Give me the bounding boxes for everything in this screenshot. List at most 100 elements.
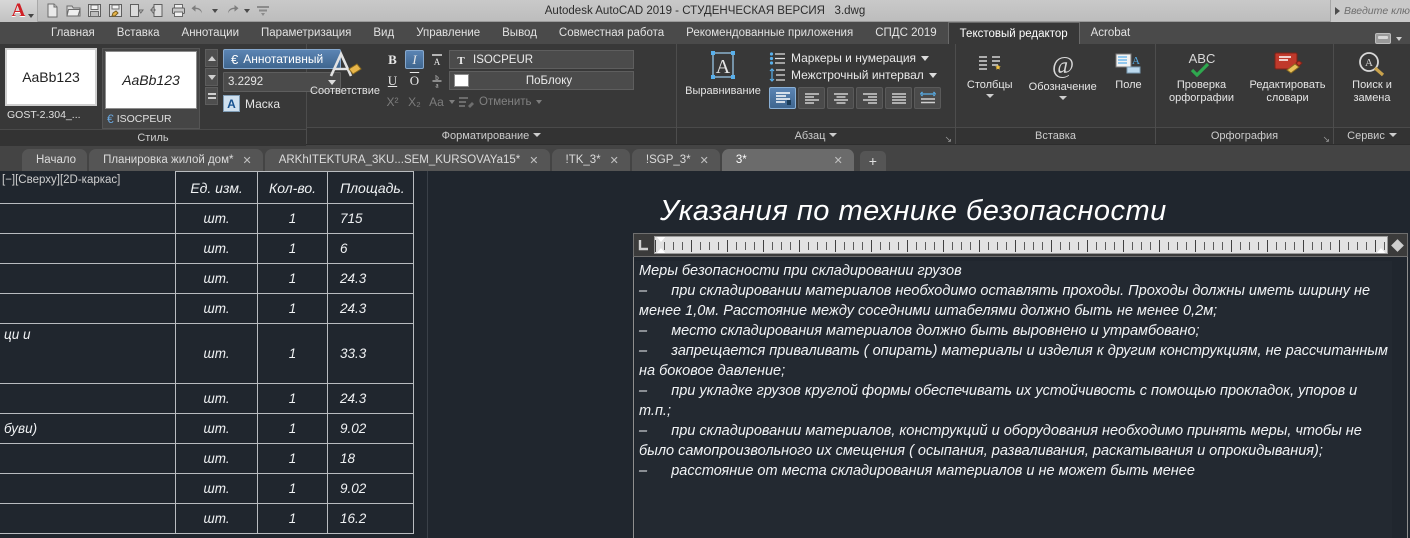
style-gallery-expand-button[interactable] bbox=[205, 87, 218, 105]
edit-dictionaries-button[interactable]: Редактировать словари bbox=[1247, 48, 1328, 104]
style-scroll-down-button[interactable] bbox=[205, 68, 218, 86]
bold-button[interactable]: B bbox=[383, 50, 402, 69]
chevron-down-icon[interactable] bbox=[921, 55, 930, 61]
spelling-dialog-launcher-icon[interactable]: ↘ bbox=[1322, 131, 1330, 148]
columns-chevron-icon[interactable] bbox=[985, 93, 994, 98]
change-case-button[interactable]: Aa bbox=[427, 92, 446, 111]
left-indent-marker[interactable] bbox=[656, 248, 666, 253]
ribbon-tab-home[interactable]: Главная bbox=[40, 22, 106, 44]
justify-button[interactable]: A Выравнивание bbox=[682, 48, 764, 98]
undo-dropdown-icon[interactable] bbox=[212, 8, 218, 13]
drawing-area[interactable]: [−][Сверху][2D-каркас] Ед. изм. Кол-во. … bbox=[0, 171, 1410, 538]
ribbon-tab-collaborate[interactable]: Совместная работа bbox=[548, 22, 675, 44]
new-drawing-tab-button[interactable]: + bbox=[859, 151, 886, 171]
chevron-down-icon[interactable] bbox=[533, 133, 542, 137]
mtext-body-text[interactable]: Меры безопасности при складировании груз… bbox=[635, 261, 1392, 538]
search-input-placeholder[interactable]: Введите клю bbox=[1344, 5, 1410, 17]
export-icon[interactable] bbox=[148, 2, 166, 20]
align-justify-icon[interactable] bbox=[885, 87, 912, 109]
ribbon-tab-featured-apps[interactable]: Рекомендованные приложения bbox=[675, 22, 864, 44]
italic-button[interactable]: I bbox=[405, 50, 424, 69]
style-item-gost[interactable]: AaBb123 GOST-2.304_... bbox=[5, 48, 97, 121]
overline-top-button[interactable]: A bbox=[427, 50, 446, 69]
stack-button[interactable]: ba bbox=[427, 71, 446, 90]
mtext-editor[interactable]: Указания по технике безопасности Меры бе… bbox=[615, 171, 1410, 538]
redo-icon[interactable] bbox=[222, 2, 240, 20]
close-icon[interactable]: ✕ bbox=[529, 154, 538, 167]
open-icon[interactable] bbox=[64, 2, 82, 20]
first-line-indent-marker[interactable] bbox=[656, 237, 666, 242]
ruler-resize-handle[interactable] bbox=[1391, 238, 1404, 252]
align-left-icon[interactable] bbox=[798, 87, 825, 109]
style-preview-gost[interactable]: AaBb123 bbox=[5, 48, 97, 106]
save-as-icon[interactable] bbox=[106, 2, 124, 20]
style-item-isocpeur[interactable]: AaBb123 € ISOCPEUR bbox=[102, 48, 200, 129]
overline-button[interactable]: O bbox=[405, 71, 424, 90]
right-indent-marker[interactable] bbox=[1376, 248, 1386, 253]
tab-stop-icon[interactable] bbox=[634, 234, 654, 256]
paragraph-dialog-launcher-icon[interactable]: ↘ bbox=[944, 131, 952, 148]
subscript-button[interactable]: X₂ bbox=[405, 92, 424, 111]
ribbon-tab-parametric[interactable]: Параметризация bbox=[250, 22, 362, 44]
style-preview-isocpeur[interactable]: AaBb123 bbox=[105, 51, 197, 109]
style-scroll-up-button[interactable] bbox=[205, 49, 218, 67]
close-icon[interactable]: ✕ bbox=[834, 154, 843, 167]
application-menu-button[interactable]: A bbox=[0, 0, 38, 22]
find-replace-button[interactable]: A Поиск и замена bbox=[1339, 48, 1405, 104]
customize-qat-icon[interactable] bbox=[254, 2, 272, 20]
chevron-down-icon[interactable] bbox=[28, 13, 34, 18]
symbol-button[interactable]: @ Обозначение bbox=[1023, 50, 1101, 100]
align-distribute-icon[interactable] bbox=[914, 87, 941, 109]
chevron-down-icon[interactable] bbox=[928, 72, 937, 78]
search-help-box[interactable]: Введите клю bbox=[1330, 0, 1410, 22]
drawing-tab-3[interactable]: 3* ✕ bbox=[721, 149, 854, 171]
chevron-down-icon[interactable] bbox=[1388, 133, 1397, 137]
close-icon[interactable]: ✕ bbox=[700, 154, 709, 167]
ribbon-tab-output[interactable]: Вывод bbox=[491, 22, 548, 44]
drawing-tab-planirovka[interactable]: Планировка жилой дом* ✕ bbox=[89, 149, 263, 171]
align-paragraph-icon[interactable] bbox=[769, 87, 796, 109]
drawing-tab-tk3[interactable]: !TK_3* ✕ bbox=[551, 149, 630, 171]
ruler-track[interactable] bbox=[654, 236, 1388, 254]
align-center-icon[interactable] bbox=[827, 87, 854, 109]
save-icon[interactable] bbox=[85, 2, 103, 20]
chevron-down-icon[interactable] bbox=[829, 133, 838, 137]
ribbon-tab-insert[interactable]: Вставка bbox=[106, 22, 171, 44]
font-combo[interactable]: T ISOCPEUR bbox=[449, 50, 634, 69]
bullets-numbering-button[interactable]: Маркеры и нумерация bbox=[769, 51, 941, 65]
drawing-tab-start[interactable]: Начало bbox=[22, 149, 88, 171]
spellcheck-button[interactable]: ABC Проверка орфографии bbox=[1161, 48, 1242, 104]
symbol-chevron-icon[interactable] bbox=[1058, 95, 1067, 100]
print-icon[interactable] bbox=[169, 2, 187, 20]
ribbon-tab-text-editor[interactable]: Текстовый редактор bbox=[947, 22, 1080, 44]
search-expand-icon[interactable] bbox=[1335, 7, 1340, 15]
mtext-heading[interactable]: Указания по технике безопасности bbox=[660, 195, 1167, 228]
ribbon-tab-view[interactable]: Вид bbox=[362, 22, 405, 44]
ribbon-options-chevron-icon[interactable] bbox=[1396, 36, 1402, 41]
undo-icon[interactable] bbox=[190, 2, 208, 20]
color-combo[interactable]: ПоБлоку bbox=[449, 71, 634, 90]
clear-formatting-button[interactable]: Отменить bbox=[458, 95, 542, 109]
columns-button[interactable]: Столбцы bbox=[961, 50, 1018, 98]
new-icon[interactable] bbox=[43, 2, 61, 20]
close-icon[interactable]: ✕ bbox=[242, 154, 251, 167]
minimize-ribbon-icon[interactable] bbox=[1375, 33, 1391, 44]
field-button[interactable]: A Поле bbox=[1107, 50, 1150, 92]
mtext-paragraph[interactable]: Меры безопасности при складировании груз… bbox=[639, 261, 1388, 481]
ribbon-tab-spds[interactable]: СПДС 2019 bbox=[864, 22, 947, 44]
ribbon-tab-manage[interactable]: Управление bbox=[405, 22, 491, 44]
mtext-ruler[interactable] bbox=[633, 233, 1408, 257]
ribbon-tab-acrobat[interactable]: Acrobat bbox=[1080, 22, 1142, 44]
style-gallery-scroll[interactable] bbox=[205, 48, 218, 105]
change-case-chevron-icon[interactable] bbox=[449, 99, 455, 104]
redo-dropdown-icon[interactable] bbox=[244, 8, 250, 13]
align-right-icon[interactable] bbox=[856, 87, 883, 109]
ribbon-tab-annotate[interactable]: Аннотации bbox=[171, 22, 250, 44]
line-spacing-button[interactable]: Межстрочный интервал bbox=[769, 68, 941, 82]
superscript-button[interactable]: X² bbox=[383, 92, 402, 111]
drawing-tab-sgp3[interactable]: !SGP_3* ✕ bbox=[631, 149, 720, 171]
underline-button[interactable]: U bbox=[383, 71, 402, 90]
drawing-tab-arkhitektura[interactable]: ARKhITEKTURA_3KU...SEM_KURSOVAYa15* ✕ bbox=[264, 149, 550, 171]
chevron-down-icon[interactable] bbox=[535, 99, 542, 104]
close-icon[interactable]: ✕ bbox=[610, 154, 619, 167]
